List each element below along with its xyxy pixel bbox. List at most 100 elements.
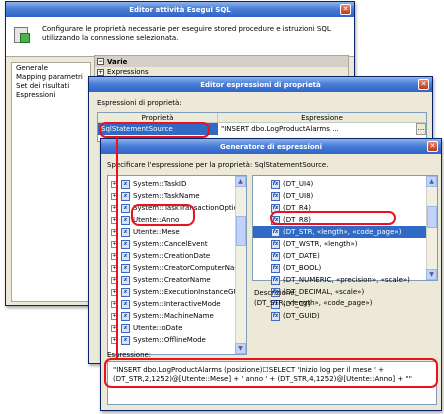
row-expression[interactable]: "INSERT dbo.LogProductAlarms ... [218,123,416,135]
description-text: (DT_STR, «length», «code_page») [254,299,373,307]
sql-task-description: Configurare le proprietà necessarie per … [42,25,331,42]
function-item[interactable]: fx (DT_BOOL) [253,262,427,274]
function-label: (DT_GUID) [283,312,320,320]
function-icon: fx [271,251,280,261]
close-icon[interactable]: ✕ [340,4,351,15]
variable-icon: x [121,263,130,273]
sql-task-editor-titlebar[interactable]: Editor attività Esegui SQL ✕ [6,2,354,17]
description-label: Descrizione: [254,289,298,297]
variable-icon: x [121,191,130,201]
sql-task-editor-title: Editor attività Esegui SQL [129,5,231,14]
sql-task-header: Configurare le proprietà necessarie per … [6,17,354,57]
variable-item[interactable]: + x System::TaskName [108,190,236,202]
function-icon: fx [271,311,280,321]
nav-item-set-risultati[interactable]: Set dei risultati [12,81,90,90]
scroll-up-icon[interactable]: ▲ [235,176,246,187]
property-expressions-titlebar[interactable]: Editor espressioni di proprietà ✕ [89,77,432,92]
function-icon: fx [271,275,280,285]
variable-label: System::MachineName [133,312,214,320]
function-item[interactable]: fx (DT_STR, «length», «code_page») [253,226,427,238]
variable-icon: x [121,299,130,309]
variable-item[interactable]: + x System::CreationDate [108,250,236,262]
highlight-utente-variables [131,204,195,226]
variable-label: System::ExecutionInstanceGUI [133,288,236,296]
close-icon[interactable]: ✕ [427,141,438,152]
variable-label: Utente::Mese [133,228,180,236]
functions-scrollbar[interactable]: ▲ ▼ [426,176,437,280]
nav-item-mapping-parametri[interactable]: Mapping parametri [12,72,90,81]
expression-builder-titlebar[interactable]: Generatore di espressioni ✕ [101,139,441,154]
highlight-sqlstatementsource [99,122,210,138]
function-item[interactable]: fx (DT_NUMERIC, «precision», «scale») [253,274,427,286]
variable-icon: x [121,215,130,225]
highlight-expression-box [104,358,438,388]
function-item[interactable]: fx (DT_GUID) [253,310,427,322]
variable-item[interactable]: + x Utente::oDate [108,322,236,334]
variable-label: System::CreationDate [133,252,211,260]
variable-icon: x [121,287,130,297]
variable-icon: x [121,239,130,249]
variable-item[interactable]: + x System::OfflineMode [108,334,236,346]
variable-icon: x [121,203,130,213]
variable-label: System::OfflineMode [133,336,206,344]
function-item[interactable]: fx (DT_UI4) [253,178,427,190]
function-icon: fx [271,191,280,201]
variable-icon: x [121,335,130,345]
scroll-down-icon[interactable]: ▼ [426,269,437,280]
sql-task-icon [12,25,32,45]
scroll-thumb[interactable] [427,206,437,228]
variable-item[interactable]: + x System::MachineName [108,310,236,322]
variable-item[interactable]: + x System::CreatorName [108,274,236,286]
function-item[interactable]: fx (DT_WSTR, «length») [253,238,427,250]
variables-scrollbar[interactable]: ▲ ▼ [235,176,246,354]
group-row-varie[interactable]: − Varie [95,56,348,67]
variable-icon: x [121,251,130,261]
variables-list[interactable]: + x System::TaskID + x System::TaskName+ x Syst… [107,175,247,355]
variable-item[interactable]: + x System::ExecutionInstanceGUI [108,286,236,298]
scroll-up-icon[interactable]: ▲ [426,176,437,187]
function-label: (DT_DATE) [283,252,320,260]
function-label: (DT_BOOL) [283,264,322,272]
connector-line [116,138,118,358]
variable-item[interactable]: + x System::InteractiveMode [108,298,236,310]
close-icon[interactable]: ✕ [418,79,429,90]
variable-label: Utente::oDate [133,324,183,332]
function-icon: fx [271,239,280,249]
function-item[interactable]: fx (DT_UI8) [253,190,427,202]
property-expressions-label: Espressioni di proprietà: [97,99,182,107]
col-header-expression[interactable]: Espressione [218,113,426,122]
function-icon: fx [271,179,280,189]
property-expressions-title: Editor espressioni di proprietà [200,80,321,89]
functions-list[interactable]: fx (DT_UI4) fx (DT_UI8) fx (DT_R4) fx (DT_R8) fx… [252,175,438,321]
variable-label: System::InteractiveMode [133,300,221,308]
scroll-down-icon[interactable]: ▼ [235,343,246,354]
variable-icon: x [121,323,130,333]
variable-icon: x [121,311,130,321]
nav-item-espressioni[interactable]: Espressioni [12,90,90,99]
ellipsis-button[interactable]: ... [416,123,426,135]
col-header-property[interactable]: Proprietà [98,113,218,122]
variable-icon: x [121,227,130,237]
variable-icon: x [121,275,130,285]
function-label: (DT_WSTR, «length») [283,240,358,248]
function-label: (DT_UI8) [283,192,314,200]
variable-item[interactable]: + x System::CancelEvent [108,238,236,250]
scroll-thumb[interactable] [236,216,246,246]
expression-builder-title: Generatore di espressioni [219,142,323,151]
nav-item-generale[interactable]: Generale [12,63,90,72]
group-label: Varie [107,57,128,66]
collapse-icon[interactable]: − [97,58,104,65]
variable-label: System::CancelEvent [133,240,208,248]
variable-item[interactable]: + x System::TaskID [108,178,236,190]
highlight-dt-str-function [270,211,396,225]
expressions-plus-icon[interactable]: + [97,68,104,76]
variable-item[interactable]: + x System::CreatorComputerNam [108,262,236,274]
expressions-label: Expressions [107,68,149,76]
function-item[interactable]: fx (DT_DATE) [253,250,427,262]
variable-item[interactable]: + x Utente::Mese [108,226,236,238]
function-icon: fx [271,227,280,237]
variable-icon: x [121,179,130,189]
function-label: (DT_STR, «length», «code_page») [283,228,402,236]
variable-label: System::TaskID [133,180,187,188]
expression-builder-prompt: Specificare l'espressione per la proprie… [107,161,329,169]
